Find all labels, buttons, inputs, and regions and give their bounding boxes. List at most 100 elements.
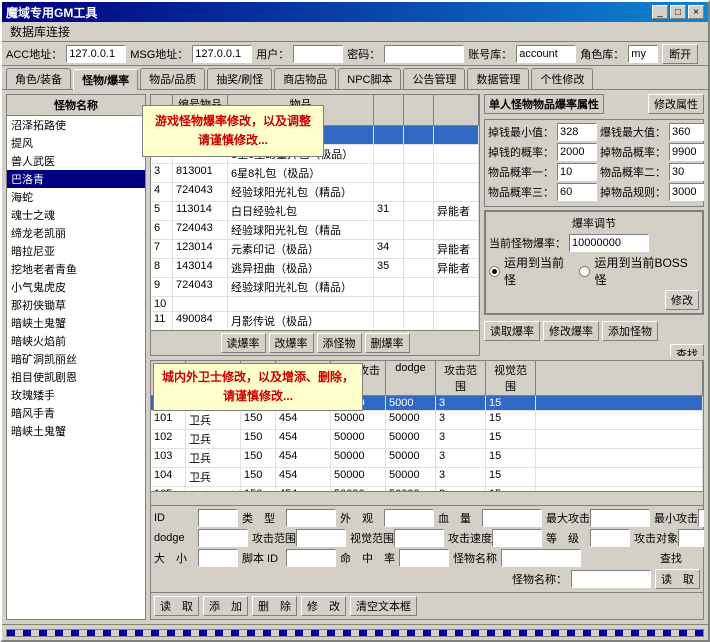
pwd-input[interactable] xyxy=(384,45,464,63)
monster-item[interactable]: 提风 xyxy=(7,134,145,152)
add-monster-button[interactable]: 添怪物 xyxy=(317,333,362,353)
blood-field[interactable] xyxy=(482,509,542,527)
tab-char-equip[interactable]: 角色/装备 xyxy=(6,68,71,89)
add-button[interactable]: 添 加 xyxy=(203,596,248,616)
monster-item[interactable]: 祖目使凯剧恩 xyxy=(7,368,145,386)
minimize-button[interactable]: _ xyxy=(652,5,668,19)
monster-item[interactable]: 暗矿洞凯丽丝 xyxy=(7,350,145,368)
tab-npc-script[interactable]: NPC脚本 xyxy=(338,68,401,89)
table-row[interactable]: 11 490084 月影传说（极品） xyxy=(151,312,479,330)
dodge-field[interactable] xyxy=(198,529,248,547)
table-row[interactable]: 6 724043 经验球阳光礼包（精品 xyxy=(151,221,479,240)
atk-target-field[interactable] xyxy=(678,529,704,547)
delete-rate-button[interactable]: 删爆率 xyxy=(365,333,410,353)
user-input[interactable] xyxy=(293,45,343,63)
monster-item[interactable]: 暗风手青 xyxy=(7,404,145,422)
tab-data-mgmt[interactable]: 数据管理 xyxy=(467,68,529,89)
tab-personal[interactable]: 个性修改 xyxy=(531,68,593,89)
modify-attr-button[interactable]: 修改属性 xyxy=(648,94,704,114)
drop-min-input[interactable] xyxy=(557,123,597,141)
monster-item[interactable]: 挖地老者青鱼 xyxy=(7,260,145,278)
find-monster-button[interactable]: 读 取 xyxy=(655,569,700,589)
monster-item[interactable]: 暗峡土鬼蟹 xyxy=(7,422,145,440)
bth-atkrange: 攻击范围 xyxy=(436,361,486,395)
monster-item[interactable]: 兽人武医 xyxy=(7,152,145,170)
rate-current-input[interactable] xyxy=(569,234,649,252)
msg-input[interactable] xyxy=(192,45,252,63)
death-rate-field[interactable] xyxy=(399,549,449,567)
item-rule-input[interactable] xyxy=(669,183,704,201)
role-input[interactable] xyxy=(628,45,658,63)
h-scrollbar[interactable] xyxy=(151,491,703,505)
monster-list[interactable]: 沼泽拓路使 提风 兽人武医 巴洛青 海蛇 魂士之魂 缔龙老凯丽 暗拉尼亚 挖地老… xyxy=(7,116,145,619)
table-row[interactable]: 10 xyxy=(151,297,479,312)
td-id: 490084 xyxy=(173,312,228,330)
tab-shop[interactable]: 商店物品 xyxy=(274,68,336,89)
item-prob3-input[interactable] xyxy=(557,183,597,201)
maximize-button[interactable]: □ xyxy=(670,5,686,19)
close-button[interactable]: × xyxy=(688,5,704,19)
bottom-table-row[interactable]: 101 卫兵 150 454 50000 50000 3 15 xyxy=(151,411,703,430)
monster-item[interactable]: 那初侠锄草 xyxy=(7,296,145,314)
add-monster-btn[interactable]: 添加怪物 xyxy=(602,321,658,341)
script-id-field[interactable] xyxy=(286,549,336,567)
level-field[interactable] xyxy=(590,529,630,547)
table-row[interactable]: 4 724043 经验球阳光礼包（精品） xyxy=(151,183,479,202)
type-field[interactable] xyxy=(286,509,336,527)
modify-rate-button[interactable]: 改爆率 xyxy=(269,333,314,353)
monster-item[interactable]: 暗峡土鬼蟹 xyxy=(7,314,145,332)
tab-lottery[interactable]: 抽奖/刷怪 xyxy=(207,68,272,89)
drop-rate-input[interactable] xyxy=(557,143,597,161)
table-row[interactable]: 5 113014 白日经验礼包 31 异能者 xyxy=(151,202,479,221)
monster-name-field[interactable] xyxy=(501,549,581,567)
db-input[interactable] xyxy=(516,45,576,63)
menu-db-connect[interactable]: 数据库连接 xyxy=(6,22,74,41)
id-field[interactable] xyxy=(198,509,238,527)
monster-item[interactable]: 小气鬼虎皮 xyxy=(7,278,145,296)
table-row[interactable]: 7 123014 元素印记（极品） 34 异能者 xyxy=(151,240,479,259)
table-row[interactable]: 9 724043 经验球阳光礼包（精品） xyxy=(151,278,479,297)
bottom-table-row[interactable]: 103 卫兵 150 454 50000 50000 3 15 xyxy=(151,449,703,468)
monster-item[interactable]: 海蛇 xyxy=(7,188,145,206)
read-rate-btn[interactable]: 读取爆率 xyxy=(484,321,540,341)
monster-item[interactable]: 魂士之魂 xyxy=(7,206,145,224)
find-monster-field[interactable] xyxy=(571,570,651,588)
monster-item[interactable]: 暗峡火焰前 xyxy=(7,332,145,350)
item-prob2-input[interactable] xyxy=(669,163,704,181)
acc-input[interactable] xyxy=(66,45,126,63)
atk-range-field[interactable] xyxy=(296,529,346,547)
item-prob1-input[interactable] xyxy=(557,163,597,181)
clear-button[interactable]: 清空文本框 xyxy=(350,596,417,616)
size-field[interactable] xyxy=(198,549,238,567)
delete-button[interactable]: 删 除 xyxy=(252,596,297,616)
rate-modify-button[interactable]: 修改 xyxy=(665,290,699,310)
radio-boss[interactable] xyxy=(579,266,590,277)
read-button[interactable]: 读 取 xyxy=(154,596,199,616)
table-row[interactable]: 3 813001 6星8礼包（极品） xyxy=(151,164,479,183)
monster-item[interactable]: 玫瑰矮手 xyxy=(7,386,145,404)
atk-speed-field[interactable] xyxy=(492,529,542,547)
modify-button[interactable]: 修 改 xyxy=(301,596,346,616)
monster-item[interactable]: 巴洛青 xyxy=(7,170,145,188)
monster-item[interactable]: 缔龙老凯丽 xyxy=(7,224,145,242)
radio-current[interactable] xyxy=(489,266,500,277)
view-range-field[interactable] xyxy=(394,529,444,547)
disconnect-button[interactable]: 断开 xyxy=(662,44,698,64)
monster-item[interactable]: 沼泽拓路使 xyxy=(7,116,145,134)
bottom-table-row[interactable]: 104 卫兵 150 454 50000 50000 3 15 xyxy=(151,468,703,487)
drop-max-input[interactable] xyxy=(669,123,704,141)
tab-announce[interactable]: 公告管理 xyxy=(403,68,465,89)
tab-item-quality[interactable]: 物品/品质 xyxy=(140,68,205,89)
tab-monster-rate[interactable]: 怪物/爆率 xyxy=(73,69,138,90)
monster-item[interactable]: 暗拉尼亚 xyxy=(7,242,145,260)
pwd-label: 密码： xyxy=(347,46,380,62)
max-atk-field[interactable] xyxy=(590,509,650,527)
table-row[interactable]: 8 143014 逃异扭曲（极品） 35 异能者 xyxy=(151,259,479,278)
min-atk-field[interactable] xyxy=(698,509,704,527)
modify-rate-btn[interactable]: 修改爆率 xyxy=(543,321,599,341)
drop-item-input[interactable] xyxy=(669,143,704,161)
find-button-top[interactable]: 查找 xyxy=(670,344,704,356)
read-rate-button[interactable]: 读爆率 xyxy=(221,333,266,353)
bottom-table-row[interactable]: 102 卫兵 150 454 50000 50000 3 15 xyxy=(151,430,703,449)
appearance-field[interactable] xyxy=(384,509,434,527)
